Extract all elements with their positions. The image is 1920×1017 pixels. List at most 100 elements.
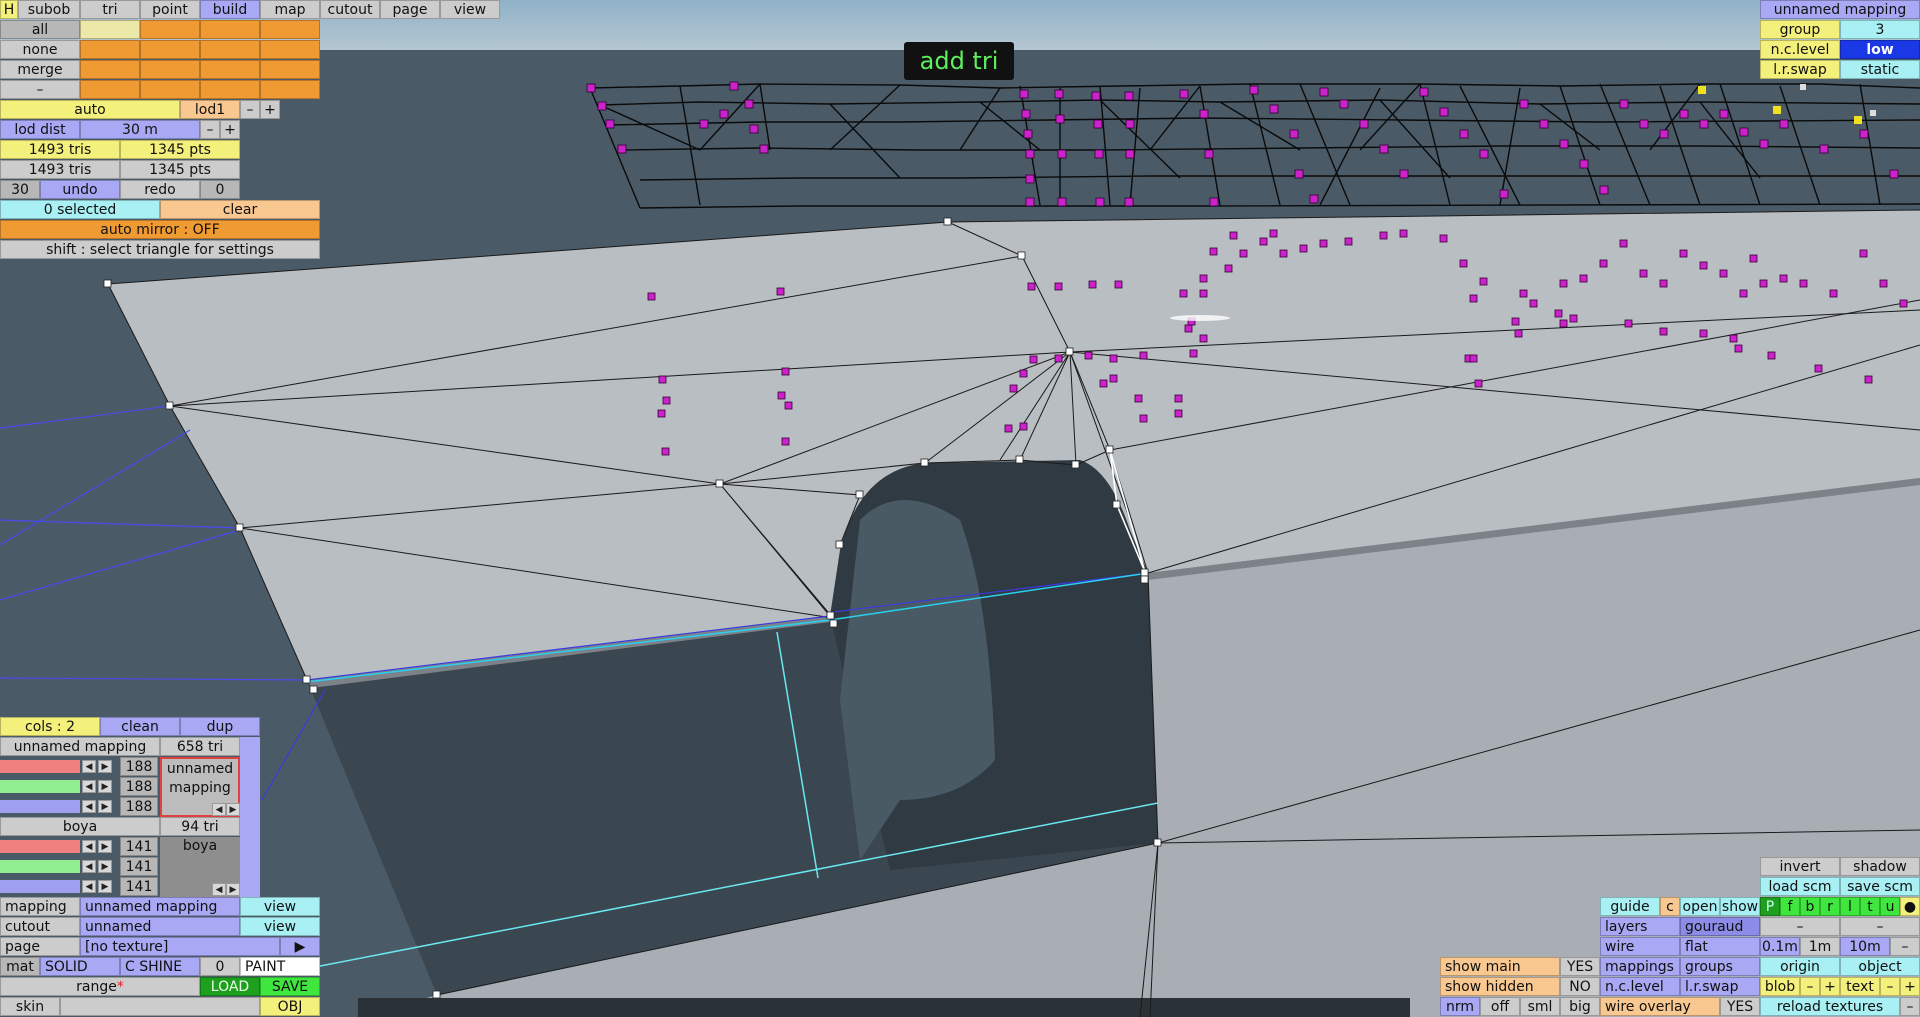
cutout-view-button[interactable]: view: [240, 917, 320, 936]
group-cell[interactable]: [200, 20, 260, 39]
reload-minus-button[interactable]: –: [1900, 997, 1920, 1016]
object-button[interactable]: object: [1840, 957, 1920, 976]
merge-button[interactable]: merge: [0, 60, 80, 79]
group-cell[interactable]: [140, 60, 200, 79]
tab-point[interactable]: point: [140, 0, 200, 19]
blue-left-arrow[interactable]: ◀: [82, 800, 96, 813]
group-cell[interactable]: [140, 80, 200, 99]
lod-minus-button[interactable]: –: [240, 100, 260, 119]
green-right-arrow-2[interactable]: ▶: [98, 860, 112, 873]
green-slider[interactable]: [0, 780, 80, 793]
group-cell[interactable]: [200, 40, 260, 59]
load-button[interactable]: LOAD: [200, 977, 260, 996]
solid-button[interactable]: SOLID: [40, 957, 120, 976]
lrswap-value[interactable]: static: [1840, 60, 1920, 79]
off-button[interactable]: off: [1480, 997, 1520, 1016]
nclevel-value[interactable]: low: [1840, 40, 1920, 59]
show-button[interactable]: show: [1720, 897, 1760, 916]
grid-1m-button[interactable]: 1m: [1800, 937, 1840, 956]
dash-button-2[interactable]: –: [1840, 917, 1920, 936]
invert-button[interactable]: invert: [1760, 857, 1840, 876]
lod-dist-value[interactable]: 30 m: [80, 120, 200, 139]
range-button[interactable]: range*: [0, 977, 200, 996]
lod-plus-button[interactable]: +: [260, 100, 280, 119]
paint-field[interactable]: PAINT: [240, 957, 320, 976]
grid-01m-button[interactable]: 0.1m: [1760, 937, 1800, 956]
clean-button[interactable]: clean: [100, 717, 180, 736]
grid-minus-button[interactable]: –: [1890, 937, 1920, 956]
shadow-button[interactable]: shadow: [1840, 857, 1920, 876]
open-button[interactable]: open: [1680, 897, 1720, 916]
blob-minus-button[interactable]: –: [1800, 977, 1820, 996]
green-slider-2[interactable]: [0, 860, 80, 873]
tab-build[interactable]: build: [200, 0, 260, 19]
lod-auto-button[interactable]: auto: [0, 100, 180, 119]
group-cell[interactable]: [260, 40, 320, 59]
groups-button[interactable]: groups: [1680, 957, 1760, 976]
blob-button[interactable]: blob: [1760, 977, 1800, 996]
green-left-arrow[interactable]: ◀: [82, 780, 96, 793]
mapping-view-button[interactable]: view: [240, 897, 320, 916]
page-next-arrow[interactable]: ▶: [280, 937, 320, 956]
view-l-button[interactable]: l: [1840, 897, 1860, 916]
dash-button-1[interactable]: –: [1760, 917, 1840, 936]
group-cell[interactable]: [260, 60, 320, 79]
group-cell[interactable]: [260, 80, 320, 99]
layers-button[interactable]: layers: [1600, 917, 1680, 936]
group-value[interactable]: 3: [1840, 20, 1920, 39]
mapping-value[interactable]: unnamed mapping: [80, 897, 240, 916]
dup-button[interactable]: dup: [180, 717, 260, 736]
group-cell[interactable]: [200, 60, 260, 79]
tab-cutout[interactable]: cutout: [320, 0, 380, 19]
group-cell[interactable]: [260, 20, 320, 39]
mappings-button[interactable]: mappings: [1600, 957, 1680, 976]
text-button[interactable]: text: [1840, 977, 1880, 996]
view-u-button[interactable]: u: [1880, 897, 1900, 916]
cutout-value[interactable]: unnamed: [80, 917, 240, 936]
cshine-value[interactable]: 0: [200, 957, 240, 976]
gouraud-button[interactable]: gouraud: [1680, 917, 1760, 936]
nclevel-button[interactable]: n.c.level: [1600, 977, 1680, 996]
dot-icon[interactable]: ●: [1900, 897, 1920, 916]
c-button[interactable]: c: [1660, 897, 1680, 916]
preview-left-arrow[interactable]: ◀: [212, 803, 226, 816]
tab-page[interactable]: page: [380, 0, 440, 19]
3d-viewport[interactable]: [0, 0, 1920, 1017]
blue-slider[interactable]: [0, 800, 80, 813]
lod-dist-minus-button[interactable]: –: [200, 120, 220, 139]
tab-h[interactable]: H: [0, 0, 18, 19]
clear-selection-button[interactable]: clear: [160, 200, 320, 219]
skin-field[interactable]: [60, 997, 260, 1016]
red-left-arrow[interactable]: ◀: [82, 760, 96, 773]
lod-dist-plus-button[interactable]: +: [220, 120, 240, 139]
group-cell[interactable]: [200, 80, 260, 99]
obj-button[interactable]: OBJ: [260, 997, 320, 1016]
red-right-arrow-2[interactable]: ▶: [98, 840, 112, 853]
page-value[interactable]: [no texture]: [80, 937, 280, 956]
auto-mirror-toggle[interactable]: auto mirror : OFF: [0, 220, 320, 239]
view-b-button[interactable]: b: [1800, 897, 1820, 916]
red-left-arrow-2[interactable]: ◀: [82, 840, 96, 853]
select-all-button[interactable]: all: [0, 20, 80, 39]
lod1-button[interactable]: lod1: [180, 100, 240, 119]
mapping-title[interactable]: unnamed mapping: [1760, 0, 1920, 19]
show-main-toggle[interactable]: YES: [1560, 957, 1600, 976]
blue-slider-2[interactable]: [0, 880, 80, 893]
load-scm-button[interactable]: load scm: [1760, 877, 1840, 896]
text-plus-button[interactable]: +: [1900, 977, 1920, 996]
green-left-arrow-2[interactable]: ◀: [82, 860, 96, 873]
show-hidden-toggle[interactable]: NO: [1560, 977, 1600, 996]
text-minus-button[interactable]: –: [1880, 977, 1900, 996]
select-none-button[interactable]: none: [0, 40, 80, 59]
tab-subob[interactable]: subob: [18, 0, 80, 19]
view-f-button[interactable]: f: [1780, 897, 1800, 916]
blue-left-arrow-2[interactable]: ◀: [82, 880, 96, 893]
reload-textures-button[interactable]: reload textures: [1760, 997, 1900, 1016]
red-right-arrow[interactable]: ▶: [98, 760, 112, 773]
wire-overlay-toggle[interactable]: YES: [1720, 997, 1760, 1016]
preview-right-arrow[interactable]: ▶: [226, 803, 240, 816]
grid-10m-button[interactable]: 10m: [1840, 937, 1890, 956]
material2-name[interactable]: boya: [0, 817, 160, 836]
preview2-left-arrow[interactable]: ◀: [212, 883, 226, 896]
material-name[interactable]: unnamed mapping: [0, 737, 160, 756]
